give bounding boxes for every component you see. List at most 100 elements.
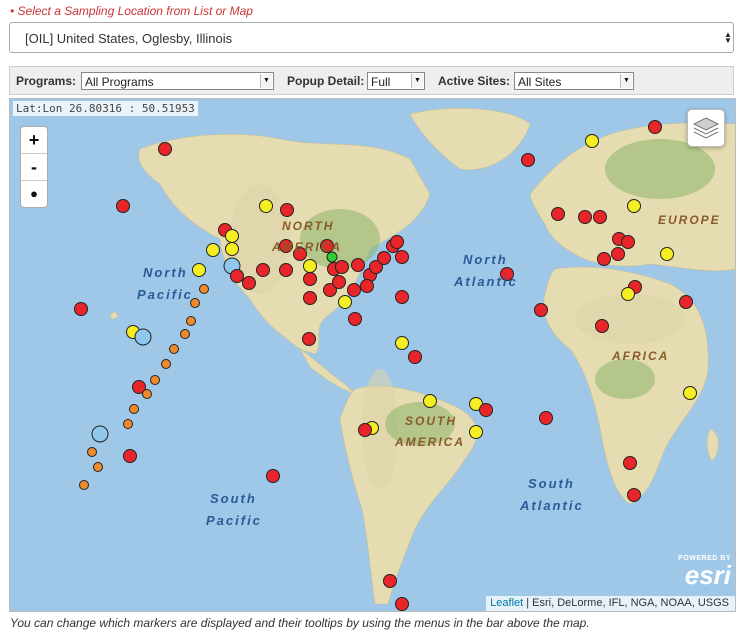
site-marker[interactable] — [206, 243, 220, 257]
location-select[interactable]: [OIL] United States, Oglesby, Illinois ▲… — [9, 22, 734, 53]
site-marker[interactable] — [256, 263, 270, 277]
site-marker[interactable] — [266, 469, 280, 483]
site-marker[interactable] — [627, 199, 641, 213]
zoom-in-button[interactable]: + — [21, 127, 47, 154]
site-marker[interactable] — [479, 403, 493, 417]
site-marker[interactable] — [123, 449, 137, 463]
leaflet-link[interactable]: Leaflet — [490, 597, 523, 609]
chevron-down-icon: ▼ — [260, 74, 272, 88]
popup-detail-label: Popup Detail: — [287, 74, 365, 88]
site-marker[interactable] — [395, 336, 409, 350]
site-marker[interactable] — [627, 488, 641, 502]
site-marker[interactable] — [360, 279, 374, 293]
site-marker[interactable] — [423, 394, 437, 408]
active-sites-select[interactable]: All Sites ▼ — [514, 72, 634, 90]
site-marker[interactable] — [338, 295, 352, 309]
site-marker[interactable] — [259, 199, 273, 213]
site-marker[interactable] — [150, 375, 160, 385]
site-marker[interactable] — [408, 350, 422, 364]
site-marker[interactable] — [358, 423, 372, 437]
site-marker[interactable] — [91, 425, 109, 443]
active-sites-label: Active Sites: — [438, 74, 511, 88]
site-marker[interactable] — [539, 411, 553, 425]
label-south-pacific-2: Pacific — [206, 513, 262, 528]
site-marker[interactable] — [225, 242, 239, 256]
site-marker[interactable] — [335, 260, 349, 274]
site-marker[interactable] — [116, 199, 130, 213]
site-marker[interactable] — [648, 120, 662, 134]
layers-icon — [692, 117, 720, 139]
site-marker[interactable] — [578, 210, 592, 224]
label-europe: EUROPE — [658, 213, 721, 227]
site-marker[interactable] — [180, 329, 190, 339]
attribution-text: | Esri, DeLorme, IFL, NGA, NOAA, USGS — [526, 597, 729, 609]
site-marker[interactable] — [161, 359, 171, 369]
site-marker[interactable] — [93, 462, 103, 472]
site-marker[interactable] — [123, 419, 133, 429]
site-marker[interactable] — [679, 295, 693, 309]
layers-button[interactable] — [687, 109, 725, 147]
world-map[interactable]: Lat:Lon 26.80316 : 50.51953 + - ● NORTH … — [9, 98, 736, 612]
label-north-america-2: AMERICA — [272, 240, 342, 254]
site-marker[interactable] — [621, 235, 635, 249]
site-marker[interactable] — [469, 425, 483, 439]
label-south-atlantic-2: Atlantic — [520, 498, 584, 513]
site-marker[interactable] — [623, 456, 637, 470]
chevron-down-icon: ▼ — [620, 74, 632, 88]
site-marker[interactable] — [660, 247, 674, 261]
globe-icon[interactable]: ● — [21, 181, 47, 207]
label-south-atlantic-1: South — [528, 476, 575, 491]
site-marker[interactable] — [593, 210, 607, 224]
site-marker[interactable] — [303, 291, 317, 305]
site-marker[interactable] — [521, 153, 535, 167]
location-prompt: • Select a Sampling Location from List o… — [10, 4, 253, 18]
site-marker[interactable] — [142, 389, 152, 399]
site-marker[interactable] — [158, 142, 172, 156]
site-marker[interactable] — [395, 290, 409, 304]
label-south-america-1: SOUTH — [405, 414, 457, 428]
site-marker[interactable] — [303, 259, 317, 273]
site-marker[interactable] — [395, 597, 409, 611]
site-marker[interactable] — [186, 316, 196, 326]
site-marker[interactable] — [351, 258, 365, 272]
site-marker[interactable] — [383, 574, 397, 588]
site-marker[interactable] — [585, 134, 599, 148]
site-marker[interactable] — [551, 207, 565, 221]
site-marker[interactable] — [348, 312, 362, 326]
site-marker[interactable] — [395, 250, 409, 264]
site-marker[interactable] — [199, 284, 209, 294]
site-marker[interactable] — [134, 328, 152, 346]
site-marker[interactable] — [225, 229, 239, 243]
esri-logo: POWERED BY esri — [678, 555, 731, 590]
site-marker[interactable] — [192, 263, 206, 277]
site-marker[interactable] — [597, 252, 611, 266]
map-attribution: Leaflet | Esri, DeLorme, IFL, NGA, NOAA,… — [486, 596, 735, 611]
site-marker[interactable] — [280, 203, 294, 217]
site-marker[interactable] — [74, 302, 88, 316]
popup-detail-select[interactable]: Full ▼ — [367, 72, 425, 90]
site-marker[interactable] — [377, 251, 391, 265]
site-marker[interactable] — [595, 319, 609, 333]
site-marker[interactable] — [230, 269, 244, 283]
site-marker[interactable] — [79, 480, 89, 490]
site-marker[interactable] — [534, 303, 548, 317]
site-marker[interactable] — [87, 447, 97, 457]
site-marker[interactable] — [169, 344, 179, 354]
programs-select[interactable]: All Programs ▼ — [81, 72, 274, 90]
site-marker[interactable] — [332, 275, 346, 289]
site-marker[interactable] — [390, 235, 404, 249]
site-marker[interactable] — [242, 276, 256, 290]
zoom-out-button[interactable]: - — [21, 154, 47, 181]
active-sites-select-value: All Sites — [518, 75, 562, 89]
select-arrows-icon: ▲ ▼ — [724, 30, 732, 45]
programs-select-value: All Programs — [85, 75, 154, 89]
site-marker[interactable] — [621, 287, 635, 301]
site-marker[interactable] — [347, 283, 361, 297]
site-marker[interactable] — [303, 272, 317, 286]
site-marker[interactable] — [279, 263, 293, 277]
site-marker[interactable] — [302, 332, 316, 346]
site-marker[interactable] — [611, 247, 625, 261]
programs-label: Programs: — [16, 74, 77, 88]
site-marker[interactable] — [129, 404, 139, 414]
site-marker[interactable] — [683, 386, 697, 400]
